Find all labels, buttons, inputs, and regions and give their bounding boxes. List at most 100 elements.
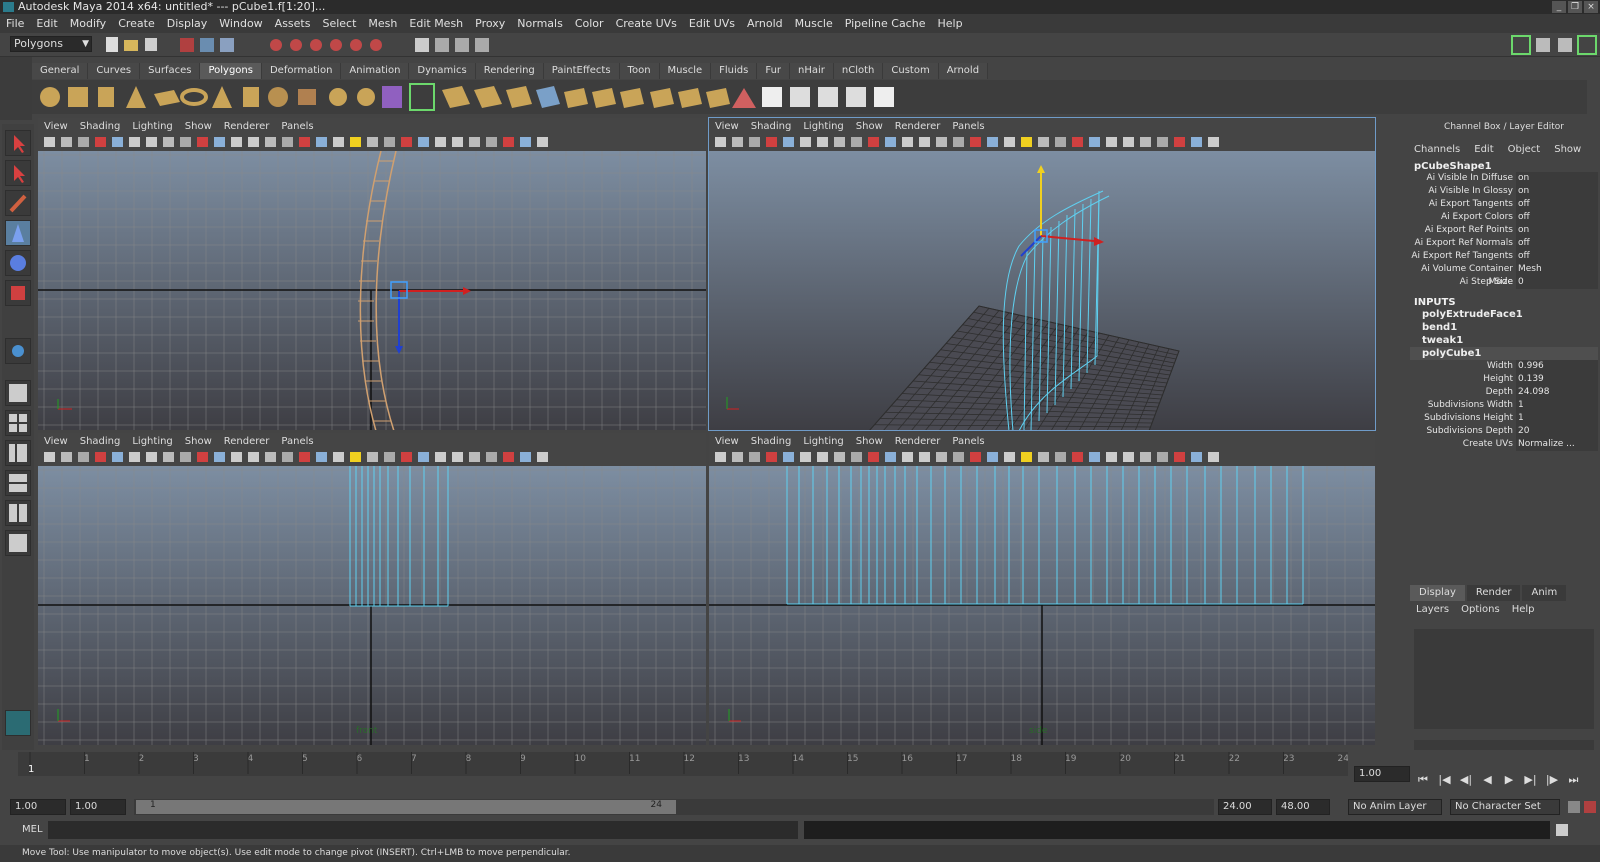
panel-toolbar-icons[interactable] — [709, 134, 1229, 150]
panel-menu-panels[interactable]: Panels — [281, 436, 313, 447]
attribute-row[interactable]: Ai Export Ref Tangents off — [1410, 250, 1598, 263]
maya-home-icon[interactable] — [5, 710, 31, 736]
menu-help[interactable]: Help — [937, 17, 962, 30]
attribute-value[interactable]: off — [1516, 237, 1598, 250]
panel-menu-shading[interactable]: Shading — [751, 436, 792, 447]
layer-menu-help[interactable]: Help — [1512, 604, 1535, 615]
shelf-tab-dynamics[interactable]: Dynamics — [409, 63, 476, 79]
panel-toolbar[interactable] — [709, 449, 1375, 465]
panel-menu-shading[interactable]: Shading — [80, 436, 121, 447]
attribute-value[interactable]: off — [1516, 198, 1598, 211]
attribute-row[interactable]: Width 0.996 — [1410, 360, 1598, 373]
layer-scrollbar[interactable] — [1414, 740, 1594, 750]
viewport-canvas[interactable] — [709, 151, 1375, 430]
object-name[interactable]: pCubeShape1 — [1410, 161, 1598, 172]
attribute-row[interactable]: Subdivisions Depth 20 — [1410, 425, 1598, 438]
persp-graph-layout-icon[interactable] — [5, 470, 31, 496]
paint-select-tool-icon[interactable] — [5, 190, 31, 216]
viewport-canvas[interactable] — [38, 151, 706, 430]
panel-menu-view[interactable]: View — [715, 436, 739, 447]
attribute-value[interactable]: on — [1516, 224, 1598, 237]
shelf-tab-fluids[interactable]: Fluids — [711, 63, 758, 79]
panel-menu-panels[interactable]: Panels — [952, 436, 984, 447]
attribute-value[interactable]: Normalize ... — [1516, 438, 1598, 451]
layout-toggle-icons[interactable] — [1510, 33, 1600, 57]
layer-menu-options[interactable]: Options — [1461, 604, 1500, 615]
close-icon[interactable]: × — [1584, 1, 1598, 13]
input-node[interactable]: bend1 — [1410, 321, 1598, 334]
anim-layer-select[interactable]: No Anim Layer — [1348, 799, 1442, 815]
menu-edit-uvs[interactable]: Edit UVs — [689, 17, 735, 30]
layer-tab-render[interactable]: Render — [1466, 585, 1521, 601]
cb-menu-object[interactable]: Object — [1508, 144, 1541, 155]
shelf-tab-ncloth[interactable]: nCloth — [833, 63, 884, 79]
panel-menu-lighting[interactable]: Lighting — [803, 121, 843, 132]
attribute-row[interactable]: Ai Step Size 0 — [1410, 276, 1598, 289]
shelf-tab-nhair[interactable]: nHair — [790, 63, 834, 79]
playback-start-field[interactable]: 1.00 — [70, 799, 126, 815]
panel-menu-renderer[interactable]: Renderer — [895, 436, 941, 447]
layer-list[interactable] — [1414, 629, 1594, 729]
attribute-value[interactable]: 0.139 — [1516, 373, 1598, 386]
menu-pipeline-cache[interactable]: Pipeline Cache — [845, 17, 926, 30]
command-input[interactable] — [48, 821, 798, 839]
shelf-tab-custom[interactable]: Custom — [883, 63, 939, 79]
menu-assets[interactable]: Assets — [275, 17, 311, 30]
menu-create[interactable]: Create — [118, 17, 155, 30]
shelf-tab-curves[interactable]: Curves — [88, 63, 141, 79]
step-back-key-icon[interactable]: |◀ — [1436, 773, 1454, 786]
range-slider-handle[interactable]: 1 24 — [136, 800, 676, 814]
input-node[interactable]: polyExtrudeFace1 — [1410, 308, 1598, 321]
panel-menu-lighting[interactable]: Lighting — [132, 436, 172, 447]
attribute-value[interactable]: on — [1516, 185, 1598, 198]
time-slider[interactable]: 1 2 3 4 5 6 7 8 9 10 11 12 13 14 15 16 17 18 19 20 21 22 23 24 1 — [18, 752, 1349, 776]
attribute-value[interactable]: 20 — [1516, 425, 1598, 438]
cb-menu-edit[interactable]: Edit — [1474, 144, 1493, 155]
select-tool-icon[interactable] — [5, 130, 31, 156]
attribute-row[interactable]: Subdivisions Height 1 — [1410, 412, 1598, 425]
shelf-tab-toon[interactable]: Toon — [619, 63, 660, 79]
panel-menu-panels[interactable]: Panels — [952, 121, 984, 132]
play-forward-icon[interactable]: ▶ — [1500, 773, 1518, 786]
menu-modify[interactable]: Modify — [70, 17, 106, 30]
attribute-row[interactable]: Ai Visible In Glossy on — [1410, 185, 1598, 198]
menu-color[interactable]: Color — [575, 17, 604, 30]
menu-proxy[interactable]: Proxy — [475, 17, 505, 30]
manipulator-tool-icon[interactable] — [5, 338, 31, 364]
layer-tab-display[interactable]: Display — [1410, 585, 1465, 601]
layer-menu-layers[interactable]: Layers — [1416, 604, 1449, 615]
shelf-tab-general[interactable]: General — [32, 63, 89, 79]
attribute-row[interactable]: Ai Visible In Diffuse on — [1410, 172, 1598, 185]
move-tool-icon[interactable] — [5, 220, 31, 246]
cb-menu-show[interactable]: Show — [1554, 144, 1581, 155]
input-node[interactable]: tweak1 — [1410, 334, 1598, 347]
preferences-icon[interactable] — [1584, 801, 1596, 813]
attribute-value[interactable]: 24.098 — [1516, 386, 1598, 399]
menu-select[interactable]: Select — [322, 17, 356, 30]
attribute-value[interactable]: on — [1516, 172, 1598, 185]
rotate-tool-icon[interactable] — [5, 250, 31, 276]
layer-tab-anim[interactable]: Anim — [1522, 585, 1567, 601]
menu-edit-mesh[interactable]: Edit Mesh — [409, 17, 463, 30]
viewport-canvas[interactable]: side — [709, 466, 1375, 745]
panel-menu-view[interactable]: View — [44, 121, 68, 132]
panel-menu-view[interactable]: View — [44, 436, 68, 447]
polygon-shelf-icons[interactable] — [32, 80, 912, 114]
attribute-value[interactable]: off — [1516, 211, 1598, 224]
panel-toolbar[interactable] — [38, 134, 706, 150]
minimize-icon[interactable]: _ — [1552, 1, 1566, 13]
playback-end-field[interactable]: 24.00 — [1218, 799, 1272, 815]
shelf-tab-arnold[interactable]: Arnold — [938, 63, 989, 79]
panel-menu-panels[interactable]: Panels — [281, 121, 313, 132]
start-time-field[interactable]: 1.00 — [10, 799, 66, 815]
attribute-value[interactable]: 1 — [1516, 412, 1598, 425]
step-forward-icon[interactable]: |▶ — [1543, 773, 1561, 786]
panel-toolbar-icons[interactable] — [709, 449, 1229, 465]
panel-toolbar-icons[interactable] — [38, 134, 558, 150]
play-back-icon[interactable]: ◀ — [1479, 773, 1497, 786]
menu-muscle[interactable]: Muscle — [795, 17, 833, 30]
menu-set-select[interactable]: Polygons ▼ — [10, 36, 92, 52]
restore-icon[interactable]: ❐ — [1568, 1, 1582, 13]
input-node[interactable]: polyCube1 — [1410, 347, 1598, 360]
panel-toolbar[interactable] — [38, 449, 706, 465]
